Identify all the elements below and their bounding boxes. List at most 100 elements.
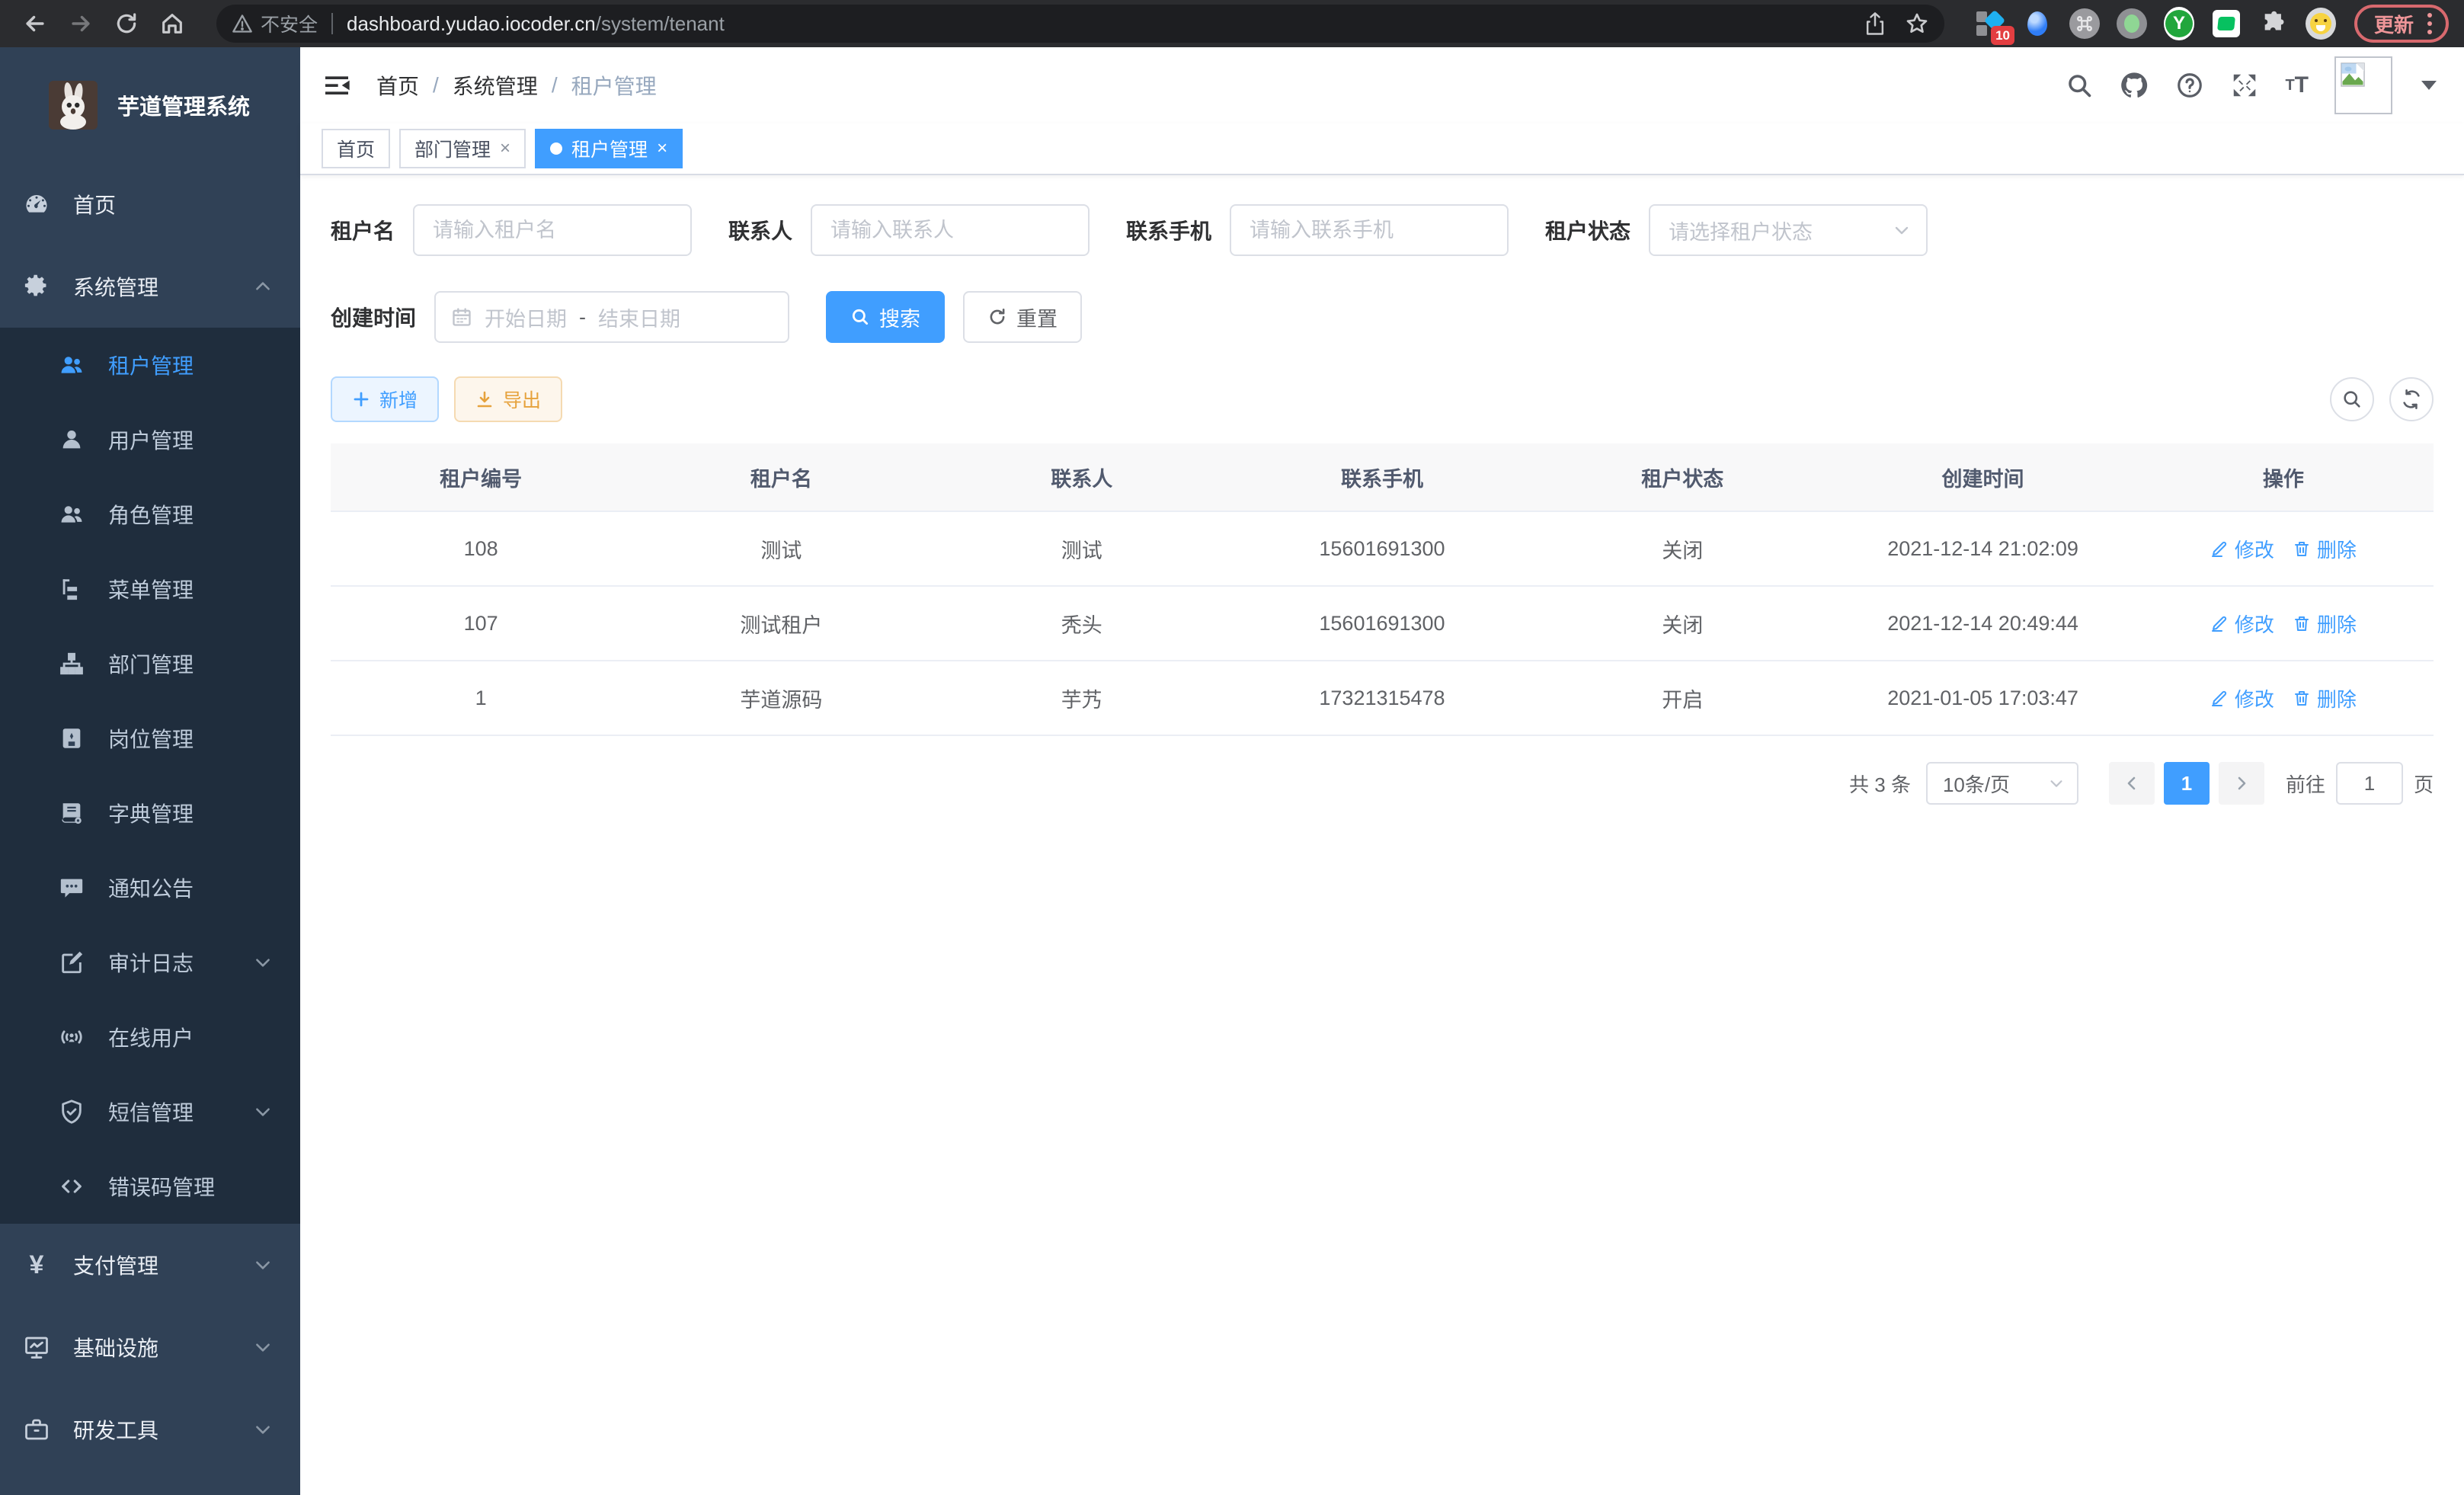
sidebar-item-dept[interactable]: 部门管理 bbox=[0, 626, 300, 701]
back-icon[interactable] bbox=[15, 4, 55, 43]
avatar[interactable] bbox=[2334, 56, 2392, 114]
delete-link[interactable]: 删除 bbox=[2293, 684, 2357, 712]
refresh-icon bbox=[987, 307, 1007, 327]
sidebar-item-infra[interactable]: 基础设施 bbox=[0, 1306, 300, 1388]
sidebar-item-menu[interactable]: 菜单管理 bbox=[0, 552, 300, 626]
status-label: 租户状态 bbox=[1545, 215, 1630, 245]
home-icon[interactable] bbox=[152, 4, 192, 43]
chevron-right-icon bbox=[2232, 774, 2251, 792]
github-icon[interactable] bbox=[2119, 70, 2149, 101]
delete-link[interactable]: 删除 bbox=[2293, 610, 2357, 638]
avatar-caret-icon[interactable] bbox=[2421, 81, 2437, 90]
end-date-placeholder: 结束日期 bbox=[598, 303, 680, 332]
sidebar-item-devtools[interactable]: 研发工具 bbox=[0, 1388, 300, 1471]
extension-emoji-icon[interactable] bbox=[2306, 8, 2336, 39]
tab-label: 租户管理 bbox=[571, 135, 648, 162]
tab-label: 部门管理 bbox=[414, 135, 491, 162]
sidebar-item-notice[interactable]: 通知公告 bbox=[0, 850, 300, 925]
url-host: dashboard.yudao.iocoder.cn bbox=[347, 12, 596, 36]
fullscreen-icon[interactable] bbox=[2230, 71, 2259, 100]
reload-icon[interactable] bbox=[107, 4, 146, 43]
goto-label: 前往 bbox=[2286, 770, 2325, 798]
cell-tenant-id: 1 bbox=[331, 661, 631, 735]
delete-link[interactable]: 删除 bbox=[2293, 535, 2357, 563]
search-icon[interactable] bbox=[2066, 72, 2093, 99]
sidebar-item-pay[interactable]: ¥ 支付管理 bbox=[0, 1224, 300, 1306]
goto-page-input[interactable] bbox=[2336, 762, 2403, 805]
trash-icon bbox=[2293, 689, 2311, 707]
sidebar: 芋道管理系统 首页 系统管理 bbox=[0, 47, 300, 1495]
contact-input[interactable] bbox=[811, 204, 1090, 256]
page-size-select[interactable]: 10条/页 bbox=[1926, 762, 2078, 805]
address-bar[interactable]: 不安全 dashboard.yudao.iocoder.cn/system/te… bbox=[216, 5, 1944, 43]
next-page-button[interactable] bbox=[2219, 762, 2264, 805]
top-navbar: 首页 / 系统管理 / 租户管理 bbox=[300, 47, 2464, 123]
briefcase-icon bbox=[21, 1416, 52, 1443]
sidebar-item-label: 短信管理 bbox=[108, 1096, 194, 1127]
breadcrumb-home[interactable]: 首页 bbox=[376, 70, 419, 101]
extension-dev-icon[interactable]: 10 bbox=[1975, 8, 2005, 39]
breadcrumb-section[interactable]: 系统管理 bbox=[453, 70, 538, 101]
page-number-1[interactable]: 1 bbox=[2164, 762, 2210, 805]
sidebar-item-online-users[interactable]: 在线用户 bbox=[0, 1000, 300, 1074]
edit-link[interactable]: 修改 bbox=[2210, 610, 2274, 638]
toggle-search-button[interactable] bbox=[2330, 377, 2374, 421]
bookmark-star-icon[interactable] bbox=[1905, 11, 1929, 36]
extension-recorder-icon[interactable] bbox=[2117, 8, 2147, 39]
tab-home[interactable]: 首页 bbox=[322, 129, 390, 168]
refresh-table-button[interactable] bbox=[2389, 377, 2434, 421]
sidebar-fold-icon[interactable] bbox=[322, 70, 352, 101]
log-edit-icon bbox=[56, 949, 87, 975]
cell-mobile: 15601691300 bbox=[1232, 587, 1532, 660]
table-toolbar: 新增 导出 bbox=[331, 376, 2434, 422]
users-icon bbox=[56, 352, 87, 378]
tab-dept[interactable]: 部门管理 × bbox=[399, 129, 526, 168]
column-header: 联系人 bbox=[932, 443, 1232, 511]
reset-button[interactable]: 重置 bbox=[963, 291, 1082, 343]
search-button[interactable]: 搜索 bbox=[826, 291, 945, 343]
close-icon[interactable]: × bbox=[657, 138, 667, 159]
prev-page-button[interactable] bbox=[2109, 762, 2155, 805]
not-secure-icon bbox=[232, 14, 253, 34]
cell-tenant-id: 107 bbox=[331, 587, 631, 660]
mobile-input[interactable] bbox=[1230, 204, 1509, 256]
edit-link[interactable]: 修改 bbox=[2210, 535, 2274, 563]
sidebar-item-label: 基础设施 bbox=[73, 1332, 158, 1362]
org-tree-icon bbox=[56, 651, 87, 677]
tab-tenant[interactable]: 租户管理 × bbox=[535, 129, 683, 168]
close-icon[interactable]: × bbox=[500, 138, 510, 159]
sidebar-item-errcode[interactable]: 错误码管理 bbox=[0, 1149, 300, 1224]
extension-chat-icon[interactable] bbox=[2211, 8, 2242, 39]
sidebar-item-sms[interactable]: 短信管理 bbox=[0, 1074, 300, 1149]
extension-command-icon[interactable] bbox=[2069, 8, 2100, 39]
sidebar-item-system[interactable]: 系统管理 bbox=[0, 245, 300, 328]
sidebar-item-tenant[interactable]: 租户管理 bbox=[0, 328, 300, 402]
add-button[interactable]: 新增 bbox=[331, 376, 439, 422]
table-row: 107 测试租户 秃头 15601691300 关闭 2021-12-14 20… bbox=[331, 587, 2434, 661]
sidebar-item-role[interactable]: 角色管理 bbox=[0, 477, 300, 552]
sidebar-item-user[interactable]: 用户管理 bbox=[0, 402, 300, 477]
browser-update-button[interactable]: 更新 bbox=[2354, 5, 2449, 43]
browser-menu-icon[interactable] bbox=[2427, 13, 2432, 34]
create-time-range-picker[interactable]: 开始日期 - 结束日期 bbox=[434, 291, 789, 343]
cell-contact: 芋艿 bbox=[932, 661, 1232, 735]
app-logo-row[interactable]: 芋道管理系统 bbox=[0, 47, 300, 163]
tenant-name-input[interactable] bbox=[413, 204, 692, 256]
sidebar-item-post[interactable]: 岗位管理 bbox=[0, 701, 300, 776]
sidebar-item-audit-log[interactable]: 审计日志 bbox=[0, 925, 300, 1000]
extensions-puzzle-icon[interactable] bbox=[2258, 8, 2289, 39]
status-select[interactable]: 请选择租户状态 bbox=[1649, 204, 1928, 256]
edit-link[interactable]: 修改 bbox=[2210, 684, 2274, 712]
export-button[interactable]: 导出 bbox=[454, 376, 562, 422]
omnibox-divider bbox=[331, 13, 333, 34]
help-icon[interactable] bbox=[2175, 71, 2204, 100]
font-size-icon[interactable]: TT bbox=[2285, 72, 2309, 98]
share-icon[interactable] bbox=[1864, 11, 1886, 36]
extension-balloon-icon[interactable] bbox=[2022, 8, 2053, 39]
sidebar-item-dict[interactable]: 字典管理 bbox=[0, 776, 300, 850]
sidebar-item-home[interactable]: 首页 bbox=[0, 163, 300, 245]
monitor-icon bbox=[21, 1333, 52, 1361]
cell-tenant-name: 芋道源码 bbox=[631, 661, 931, 735]
extension-y-icon[interactable]: Y bbox=[2164, 8, 2194, 39]
forward-icon[interactable] bbox=[61, 4, 101, 43]
